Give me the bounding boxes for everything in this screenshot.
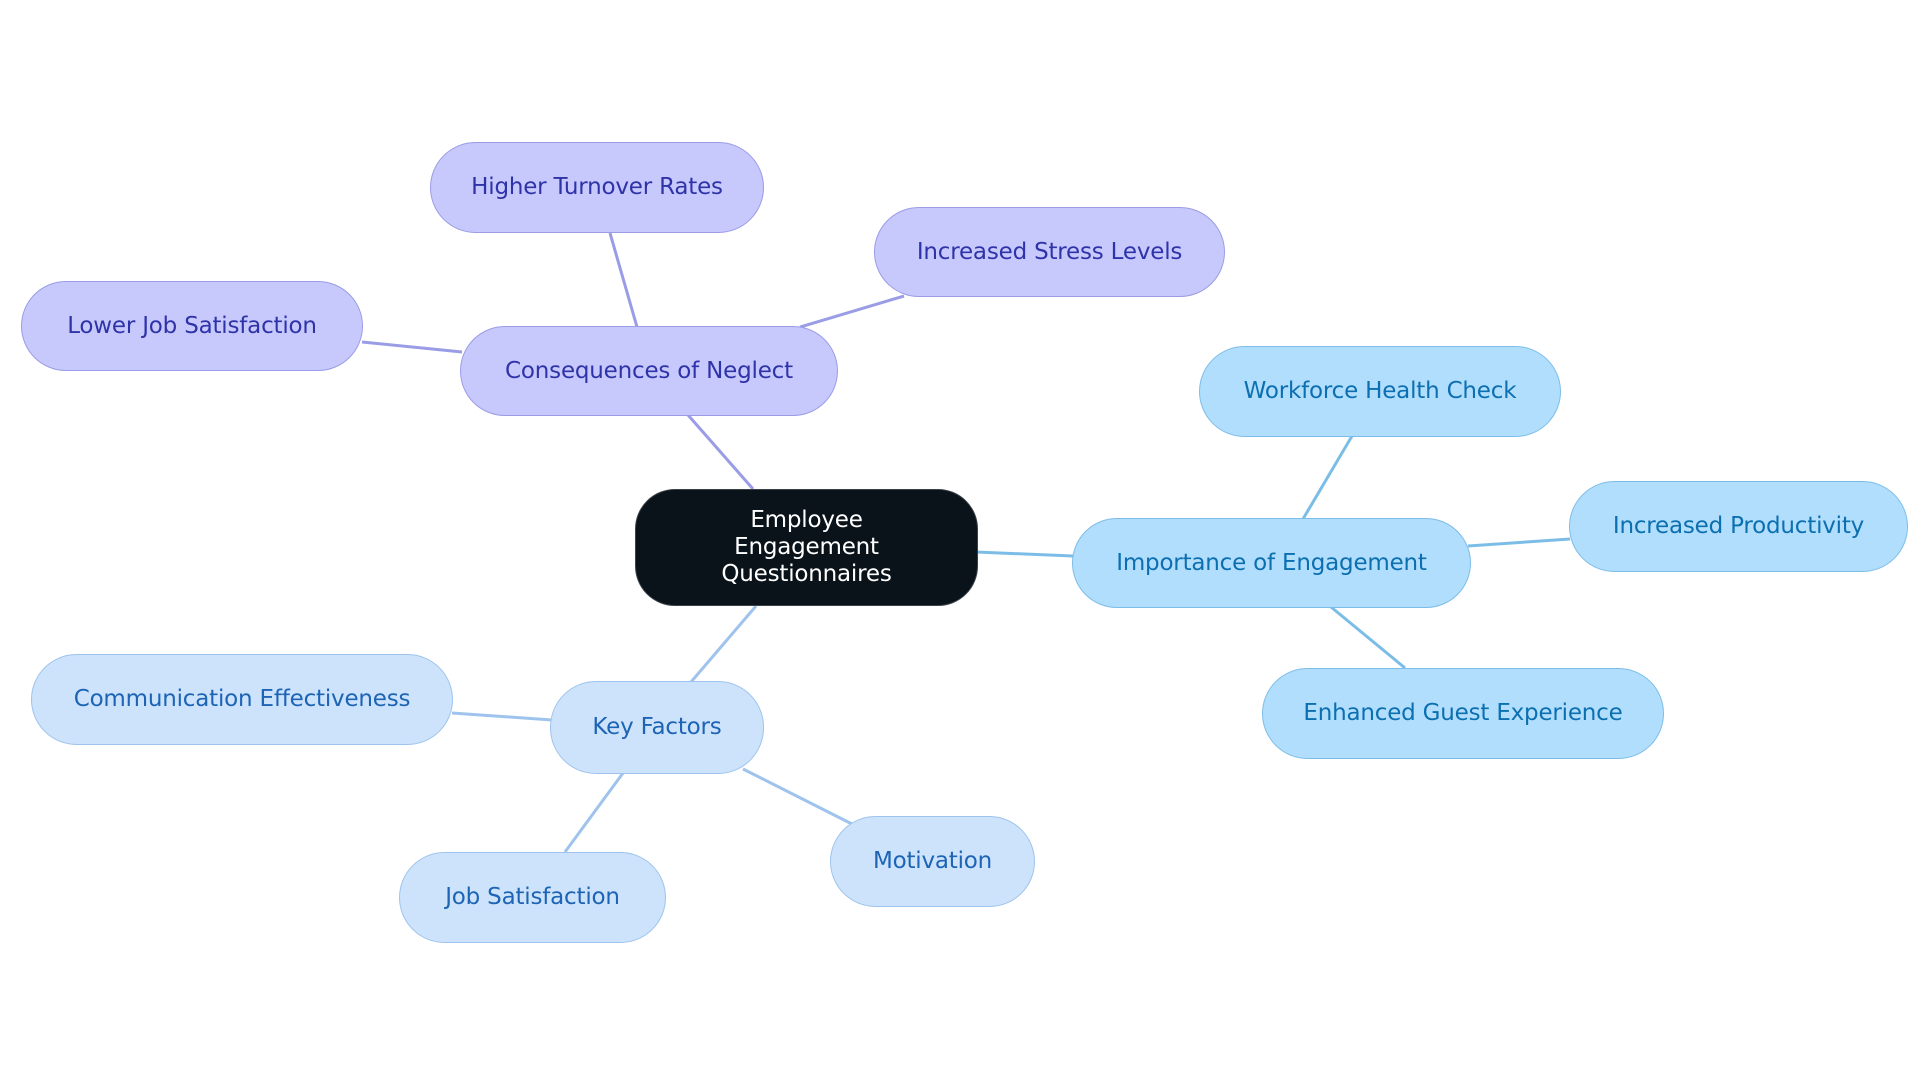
node-label: Job Satisfaction — [445, 884, 620, 910]
leaf-node-workforce-health[interactable]: Workforce Health Check — [1199, 346, 1561, 437]
leaf-node-motivation[interactable]: Motivation — [830, 816, 1035, 907]
edge-consequences-turnover — [608, 232, 639, 328]
leaf-node-communication[interactable]: Communication Effectiveness — [31, 654, 453, 745]
root-node[interactable]: Employee Engagement Questionnaires — [635, 489, 978, 606]
node-label: Workforce Health Check — [1243, 378, 1517, 404]
edge-key-factors-motivation — [742, 767, 853, 826]
edge-root-consequences — [686, 414, 755, 490]
node-label: Key Factors — [592, 714, 722, 740]
branch-node-importance[interactable]: Importance of Engagement — [1072, 518, 1471, 608]
leaf-node-productivity[interactable]: Increased Productivity — [1569, 481, 1908, 572]
node-label: Consequences of Neglect — [505, 357, 793, 384]
node-label: Increased Stress Levels — [916, 238, 1183, 265]
node-label: Motivation — [872, 848, 993, 874]
edge-root-importance — [975, 550, 1074, 558]
leaf-node-guest-experience[interactable]: Enhanced Guest Experience — [1262, 668, 1664, 759]
edge-key-factors-job-sat — [563, 772, 625, 853]
edge-key-factors-communication — [451, 711, 553, 722]
edge-importance-productivity — [1467, 537, 1571, 548]
node-label: Increased Productivity — [1612, 513, 1865, 539]
leaf-node-stress[interactable]: Increased Stress Levels — [874, 207, 1225, 297]
branch-node-consequences[interactable]: Consequences of Neglect — [460, 326, 838, 416]
edge-consequences-stress — [799, 294, 905, 329]
leaf-node-job-satisfaction[interactable]: Job Satisfaction — [399, 852, 666, 943]
leaf-node-turnover[interactable]: Higher Turnover Rates — [430, 142, 764, 233]
root-label: Employee Engagement Questionnaires — [721, 507, 892, 587]
node-label: Lower Job Satisfaction — [67, 312, 317, 339]
edge-root-key-factors — [689, 605, 758, 683]
leaf-node-lower-job-satisfaction[interactable]: Lower Job Satisfaction — [21, 281, 363, 371]
node-label: Communication Effectiveness — [73, 686, 411, 712]
node-label: Enhanced Guest Experience — [1303, 700, 1623, 726]
node-label: Higher Turnover Rates — [471, 174, 723, 200]
edge-consequences-lower-sat — [361, 340, 463, 354]
branch-node-key-factors[interactable]: Key Factors — [550, 681, 764, 774]
node-label: Importance of Engagement — [1116, 549, 1427, 576]
edge-importance-guest — [1330, 605, 1406, 670]
edge-importance-health — [1301, 435, 1354, 520]
